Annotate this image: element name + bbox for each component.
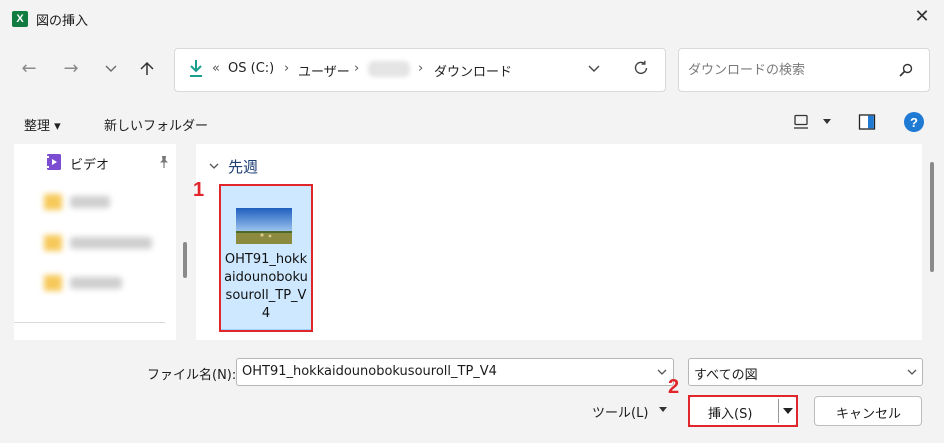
sidebar-scrollbar[interactable] bbox=[183, 242, 187, 278]
close-icon[interactable]: ✕ bbox=[914, 8, 930, 26]
filename-value[interactable]: OHT91_hokkaidounobokusouroll_TP_V4 bbox=[242, 364, 497, 379]
new-folder-button[interactable]: 新しいフォルダー bbox=[104, 115, 208, 134]
filename-label: ファイル名(N): bbox=[147, 368, 237, 383]
refresh-icon[interactable] bbox=[632, 59, 650, 77]
annotation-highlight-file bbox=[219, 184, 313, 332]
search-icon[interactable] bbox=[898, 62, 914, 78]
breadcrumb-users[interactable]: ユーザー bbox=[298, 61, 350, 80]
breadcrumb-os-drive[interactable]: OS (C:) bbox=[228, 61, 274, 76]
cancel-button-label[interactable]: キャンセル bbox=[836, 403, 901, 422]
address-history-chevron-icon[interactable] bbox=[586, 60, 602, 76]
sidebar-item-redacted[interactable] bbox=[40, 192, 160, 212]
sidebar-item-redacted[interactable] bbox=[40, 233, 160, 253]
help-icon[interactable]: ? bbox=[904, 112, 924, 132]
breadcrumb-overflow[interactable]: « bbox=[212, 61, 220, 76]
excel-app-icon: X bbox=[12, 11, 28, 27]
video-folder-icon bbox=[47, 154, 61, 170]
title-bar bbox=[0, 0, 944, 38]
organize-menu-button[interactable]: 整理 ▾ bbox=[24, 115, 61, 134]
dialog-footer bbox=[0, 340, 944, 443]
pin-icon bbox=[160, 156, 168, 168]
tools-dropdown-arrow-icon[interactable] bbox=[658, 404, 668, 414]
forward-arrow-icon[interactable]: → bbox=[62, 60, 80, 78]
view-dropdown-arrow-icon[interactable] bbox=[822, 118, 832, 126]
sidebar-item-redacted[interactable] bbox=[40, 273, 160, 293]
sidebar-divider bbox=[14, 322, 165, 323]
annotation-step-2: 2 bbox=[668, 376, 680, 398]
file-type-chevron-icon[interactable] bbox=[906, 366, 918, 378]
file-list-scrollbar[interactable] bbox=[930, 162, 934, 272]
breadcrumb-separator[interactable]: › bbox=[418, 61, 423, 76]
sidebar-item-video[interactable]: ビデオ bbox=[70, 154, 109, 173]
view-options-icon[interactable] bbox=[793, 114, 809, 130]
tools-menu-button[interactable]: ツール(L) bbox=[592, 402, 648, 421]
breadcrumb-downloads[interactable]: ダウンロード bbox=[434, 61, 512, 80]
preview-pane-icon[interactable] bbox=[858, 113, 876, 131]
recent-locations-chevron-icon[interactable] bbox=[104, 62, 118, 76]
group-header-last-week[interactable]: 先週 bbox=[228, 156, 258, 177]
file-type-value[interactable]: すべての図 bbox=[694, 364, 758, 383]
annotation-highlight-insert bbox=[688, 395, 798, 427]
breadcrumb-username-redacted[interactable] bbox=[368, 61, 410, 77]
breadcrumb-separator[interactable]: › bbox=[354, 61, 359, 76]
breadcrumb-separator[interactable]: › bbox=[284, 61, 289, 76]
filename-dropdown-chevron-icon[interactable] bbox=[656, 366, 668, 378]
search-input[interactable] bbox=[688, 60, 888, 80]
annotation-step-1: 1 bbox=[193, 179, 205, 201]
window-title: 図の挿入 bbox=[36, 14, 89, 29]
download-folder-icon bbox=[190, 60, 202, 77]
back-arrow-icon[interactable]: ← bbox=[20, 60, 38, 78]
group-collapse-chevron-icon[interactable] bbox=[208, 160, 220, 172]
up-arrow-icon[interactable] bbox=[138, 60, 156, 78]
